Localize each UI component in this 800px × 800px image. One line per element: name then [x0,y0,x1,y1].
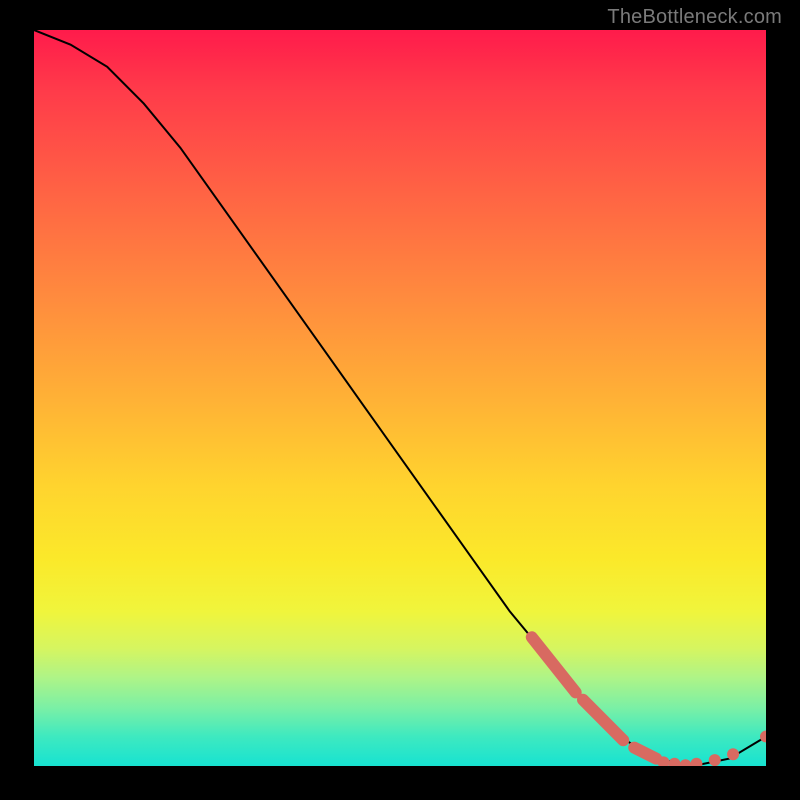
main-curve [34,30,766,766]
plot-area [34,30,766,766]
highlight-points [658,731,766,766]
chart-svg [34,30,766,766]
watermark-text: TheBottleneck.com [607,6,782,29]
chart-container: TheBottleneck.com [0,0,800,800]
highlight-segments [532,637,656,758]
